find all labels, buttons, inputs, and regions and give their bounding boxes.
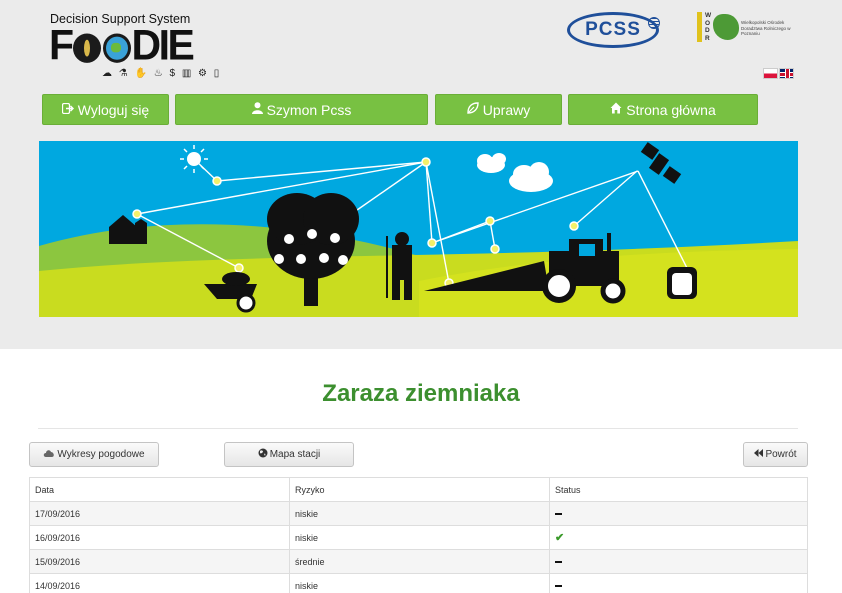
back-button[interactable]: Powrót: [743, 442, 808, 467]
station-map-button[interactable]: Mapa stacji: [224, 442, 354, 467]
wodr-map-icon: [713, 14, 739, 40]
logout-button[interactable]: Wyloguj się: [42, 94, 169, 125]
column-header-status: Status: [549, 477, 808, 502]
table-row: 17/09/2016 niskie: [29, 501, 808, 526]
wheat-o-icon: [72, 33, 101, 63]
cell-date: 14/09/2016: [29, 573, 290, 593]
logo-icon-strip: ☁ ⚗ ✋ ♨ $ ▥ ⚙ ▯: [102, 68, 222, 79]
seed-bag-icon: [667, 267, 697, 299]
pcss-logo[interactable]: PCSS: [567, 12, 660, 48]
cell-risk: niskie: [289, 525, 550, 550]
header-area: Decision Support System F DIE ☁ ⚗ ✋ ♨ $ ▥…: [0, 0, 842, 349]
dash-icon: [555, 585, 562, 588]
table-row: 14/09/2016 niskie: [29, 573, 808, 593]
table-row: 15/09/2016 średnie: [29, 549, 808, 574]
column-header-date: Data: [29, 477, 290, 502]
foodie-logo[interactable]: Decision Support System F DIE ☁ ⚗ ✋ ♨ $ ▥…: [48, 10, 219, 84]
globe-icon: [258, 448, 268, 461]
home-icon: [610, 102, 622, 117]
cell-status: ✔: [549, 525, 808, 550]
page-title: Zaraza ziemniaka: [322, 380, 520, 407]
wodr-logo-text: Wielkopolski Ośrodek Doradztwa Rolniczeg…: [741, 20, 791, 36]
table-header-row: Data Ryzyko Status: [29, 477, 808, 502]
station-map-label: Mapa stacji: [269, 449, 321, 460]
user-profile-button[interactable]: Szymon Pcss: [175, 94, 428, 125]
dash-icon: [555, 513, 562, 516]
cloud-icon: [43, 449, 55, 460]
cell-status: [549, 549, 808, 574]
cell-risk: niskie: [289, 501, 550, 526]
wodr-logo[interactable]: W O D R Wielkopolski Ośrodek Doradztwa R…: [697, 12, 792, 46]
logo-word-end: DIE: [131, 20, 195, 70]
risk-table: Data Ryzyko Status 17/09/2016 niskie 16/…: [29, 477, 808, 593]
logout-label: Wyloguj się: [77, 101, 150, 118]
cell-risk: średnie: [289, 549, 550, 574]
backward-icon: [754, 449, 764, 460]
wodr-logo-letters: W O D R: [705, 12, 712, 42]
flag-pl-icon[interactable]: [763, 68, 778, 79]
language-switcher: [763, 68, 794, 80]
sign-out-icon: [61, 102, 74, 117]
user-name-label: Szymon Pcss: [266, 101, 352, 118]
cell-risk: niskie: [289, 573, 550, 593]
cell-date: 17/09/2016: [29, 501, 290, 526]
logo-word-start: F: [49, 20, 74, 70]
title-divider: [38, 428, 798, 429]
cell-status: [549, 573, 808, 593]
home-label: Strona główna: [626, 101, 716, 118]
weather-charts-label: Wykresy pogodowe: [57, 449, 145, 460]
cell-date: 15/09/2016: [29, 549, 290, 574]
flag-en-icon[interactable]: [779, 68, 794, 79]
pcss-logo-text: PCSS: [585, 19, 641, 40]
user-icon: [251, 102, 263, 117]
table-row: 16/09/2016 niskie ✔: [29, 525, 808, 550]
leaf-icon: [467, 102, 479, 117]
wodr-logo-bar: [697, 12, 702, 42]
crops-button[interactable]: Uprawy: [435, 94, 562, 125]
agriculture-banner: [39, 141, 798, 317]
weather-charts-button[interactable]: Wykresy pogodowe: [29, 442, 159, 467]
crops-label: Uprawy: [482, 101, 531, 118]
check-icon: ✔: [555, 532, 565, 544]
logo-wordmark: F DIE: [49, 20, 195, 70]
globe-o-icon: [102, 33, 131, 63]
cell-status: [549, 501, 808, 526]
back-label: Powrót: [765, 449, 797, 460]
home-button[interactable]: Strona główna: [568, 94, 758, 125]
cell-date: 16/09/2016: [29, 525, 290, 550]
dash-icon: [555, 561, 562, 564]
column-header-risk: Ryzyko: [289, 477, 550, 502]
